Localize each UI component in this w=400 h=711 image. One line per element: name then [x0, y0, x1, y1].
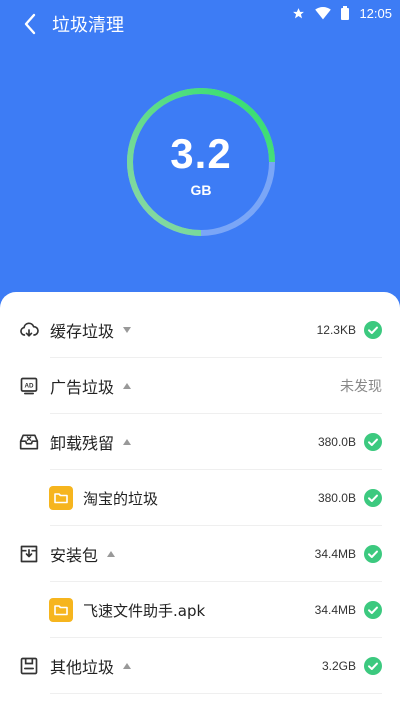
list-subitem-taobao[interactable]: 淘宝的垃圾 380.0B: [0, 470, 400, 526]
caret-up-icon[interactable]: [122, 437, 132, 447]
check-circle-icon[interactable]: [364, 433, 382, 451]
check-circle-icon[interactable]: [364, 657, 382, 675]
junk-category-list: 缓存垃圾 12.3KB AD 广告垃圾 未发现 卸载残留 380.0B 淘宝的垃…: [0, 302, 400, 694]
list-item-install-packages[interactable]: 安装包 34.4MB: [0, 526, 400, 582]
folder-icon: [49, 486, 73, 510]
junk-size-gauge: 3.2 GB: [124, 80, 278, 244]
list-subitem-apk[interactable]: 飞速文件助手.apk 34.4MB: [0, 582, 400, 638]
list-item-label: 飞速文件助手.apk: [83, 601, 206, 620]
folder-icon: [49, 598, 73, 622]
caret-up-icon[interactable]: [122, 381, 132, 391]
gauge-unit: GB: [190, 182, 212, 198]
check-circle-icon[interactable]: [364, 545, 382, 563]
check-circle-icon[interactable]: [364, 489, 382, 507]
list-item-other[interactable]: 其他垃圾 3.2GB: [0, 638, 400, 694]
list-item-label: 淘宝的垃圾: [83, 489, 159, 508]
gauge-value: 3.2: [170, 130, 232, 177]
list-item-label: 其他垃圾: [50, 658, 115, 677]
item-size: 380.0B: [317, 435, 356, 449]
check-circle-icon[interactable]: [364, 601, 382, 619]
ad-icon: AD: [19, 376, 39, 396]
item-size: 380.0B: [317, 491, 356, 505]
app-bar: 垃圾清理: [0, 6, 400, 42]
caret-up-icon[interactable]: [122, 661, 132, 671]
cloud-cache-icon: [19, 320, 39, 340]
item-size: 34.4MB: [314, 603, 356, 617]
item-size: 12.3KB: [316, 323, 356, 337]
item-status-text: 未发现: [340, 378, 382, 394]
list-item-label: 缓存垃圾: [50, 322, 115, 341]
list-item-label: 安装包: [50, 546, 99, 565]
item-size: 34.4MB: [314, 547, 356, 561]
list-item-uninstall-residue[interactable]: 卸载残留 380.0B: [0, 414, 400, 470]
install-package-icon: [19, 544, 39, 564]
caret-down-icon[interactable]: [122, 325, 132, 335]
chevron-left-icon: [24, 13, 36, 35]
list-item-cache[interactable]: 缓存垃圾 12.3KB: [0, 302, 400, 358]
item-size: 3.2GB: [321, 659, 356, 673]
check-circle-icon[interactable]: [364, 321, 382, 339]
junk-list-panel: 缓存垃圾 12.3KB AD 广告垃圾 未发现 卸载残留 380.0B 淘宝的垃…: [0, 292, 400, 711]
back-button[interactable]: [10, 6, 50, 42]
list-item-label: 卸载残留: [50, 434, 115, 453]
other-trash-icon: [19, 656, 39, 676]
page-title: 垃圾清理: [52, 15, 124, 36]
list-item-label: 广告垃圾: [50, 378, 115, 397]
svg-text:AD: AD: [24, 383, 34, 390]
list-item-ads[interactable]: AD 广告垃圾 未发现: [0, 358, 400, 414]
header-area: 12:05 垃圾清理 3.2 GB: [0, 0, 400, 300]
caret-up-icon[interactable]: [106, 549, 116, 559]
uninstall-box-icon: [19, 432, 39, 452]
